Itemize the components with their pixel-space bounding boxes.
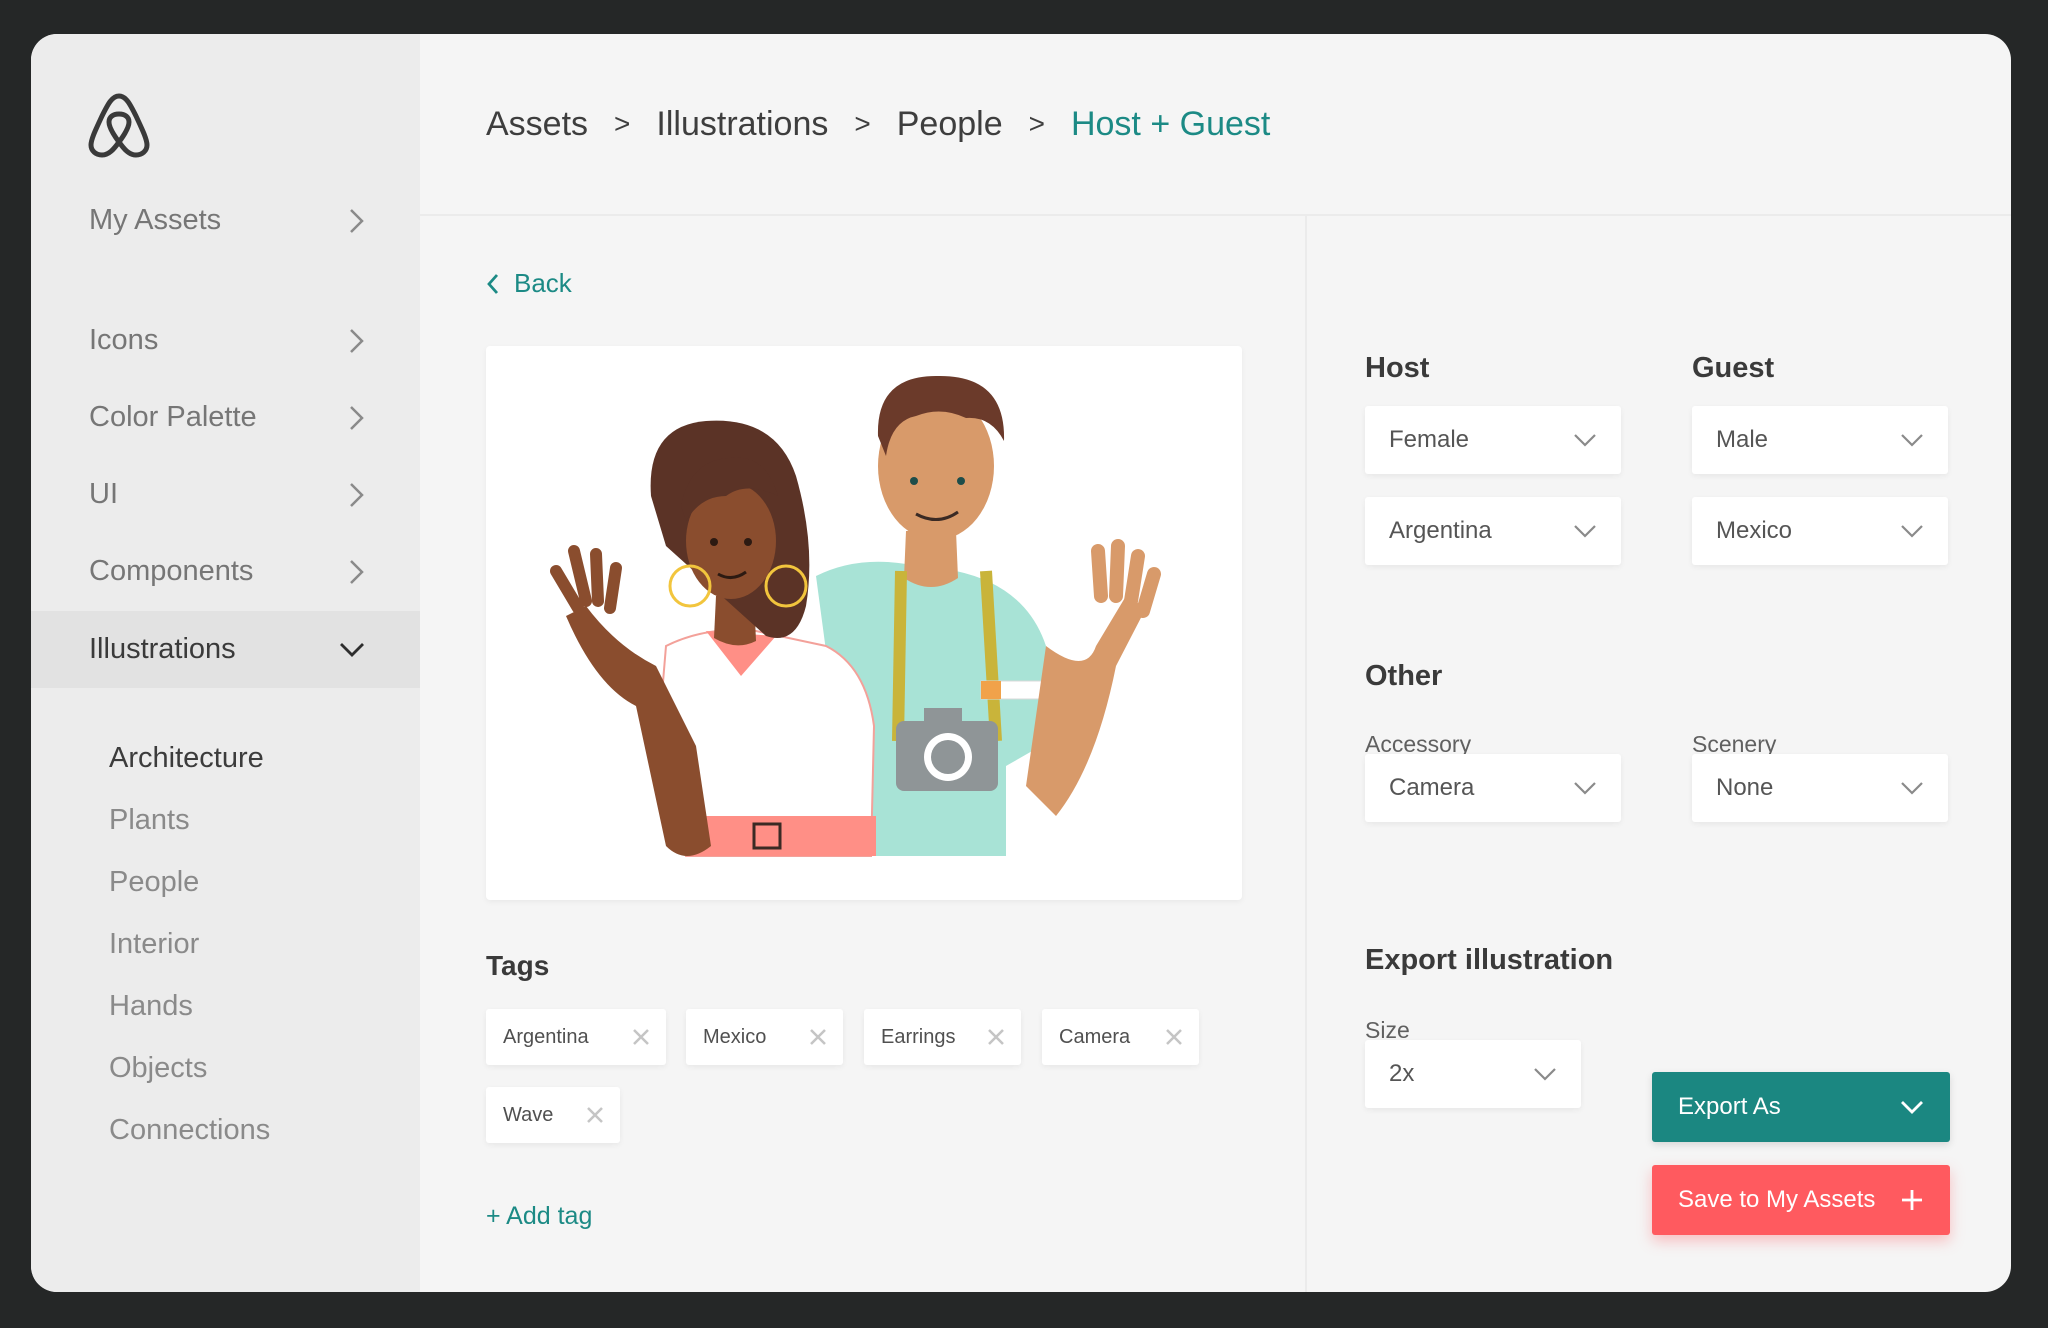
close-icon[interactable] xyxy=(632,1028,650,1046)
sidebar: My Assets Icons Color Palette UI Compone… xyxy=(31,34,420,1292)
chevron-down-icon xyxy=(1574,525,1596,538)
tag-label: Mexico xyxy=(703,1025,767,1048)
select-value: Argentina xyxy=(1389,517,1492,544)
chevron-down-icon xyxy=(1901,434,1923,447)
export-as-button[interactable]: Export As xyxy=(1652,1072,1950,1142)
select-value: Male xyxy=(1716,426,1769,453)
breadcrumb-item-current: Host + Guest xyxy=(1070,104,1271,143)
tag-chip[interactable]: Argentina xyxy=(486,1009,666,1065)
sidebar-item-ui[interactable]: UI xyxy=(31,456,420,533)
chevron-down-icon xyxy=(1901,782,1923,795)
sidebar-item-label: Illustrations xyxy=(89,633,236,665)
guest-country-select[interactable]: Mexico xyxy=(1692,497,1948,565)
select-value: Mexico xyxy=(1716,517,1793,544)
back-link[interactable]: Back xyxy=(486,268,572,299)
tag-label: Camera xyxy=(1059,1025,1131,1048)
breadcrumb: Assets > Illustrations > People > Host +… xyxy=(420,34,2011,216)
chevron-right-icon xyxy=(350,482,364,507)
sidebar-item-label: My Assets xyxy=(89,204,222,236)
chevron-down-icon xyxy=(1901,1101,1923,1114)
host-guest-illustration xyxy=(550,375,1161,857)
plus-icon xyxy=(1902,1190,1922,1210)
export-as-label: Export As xyxy=(1678,1093,1781,1120)
sidebar-subitem-architecture[interactable]: Architecture xyxy=(109,742,264,775)
chevron-down-icon xyxy=(340,642,364,657)
airbnb-logo-icon[interactable] xyxy=(88,92,150,158)
back-label: Back xyxy=(514,268,572,298)
tag-label: Argentina xyxy=(503,1025,589,1048)
sidebar-item-label: Components xyxy=(89,555,254,587)
close-icon[interactable] xyxy=(987,1028,1005,1046)
chevron-right-icon xyxy=(350,559,364,584)
scenery-select[interactable]: None xyxy=(1692,754,1948,822)
breadcrumb-separator: > xyxy=(854,108,871,139)
tags-title: Tags xyxy=(486,950,550,981)
sidebar-item-label: UI xyxy=(89,478,118,510)
chevron-down-icon xyxy=(1574,782,1596,795)
chevron-right-icon xyxy=(350,208,364,233)
tag-label: Wave xyxy=(503,1103,554,1126)
sidebar-subitem-hands[interactable]: Hands xyxy=(109,990,193,1023)
close-icon[interactable] xyxy=(809,1028,827,1046)
sidebar-subitem-plants[interactable]: Plants xyxy=(109,804,190,837)
tag-chip[interactable]: Mexico xyxy=(686,1009,843,1065)
chevron-left-icon xyxy=(487,273,499,294)
chevron-down-icon xyxy=(1574,434,1596,447)
sidebar-item-icons[interactable]: Icons xyxy=(31,302,420,379)
guest-title: Guest xyxy=(1692,352,1775,384)
close-icon[interactable] xyxy=(1165,1028,1183,1046)
sidebar-subitem-connections[interactable]: Connections xyxy=(109,1114,270,1147)
save-label: Save to My Assets xyxy=(1678,1186,1876,1213)
export-title: Export illustration xyxy=(1365,944,1614,976)
tag-chip[interactable]: Camera xyxy=(1042,1009,1199,1065)
host-country-select[interactable]: Argentina xyxy=(1365,497,1621,565)
tag-label: Earrings xyxy=(881,1025,956,1048)
sidebar-item-illustrations[interactable]: Illustrations xyxy=(31,611,420,688)
save-to-my-assets-button[interactable]: Save to My Assets xyxy=(1652,1165,1950,1235)
size-select[interactable]: 2x xyxy=(1365,1040,1581,1108)
host-title: Host xyxy=(1365,352,1430,384)
guest-gender-select[interactable]: Male xyxy=(1692,406,1948,474)
sidebar-item-label: Color Palette xyxy=(89,401,257,433)
sidebar-subitem-people[interactable]: People xyxy=(109,866,199,899)
select-value: None xyxy=(1716,774,1774,801)
breadcrumb-item-people[interactable]: People xyxy=(897,105,1003,144)
app-window: My Assets Icons Color Palette UI Compone… xyxy=(31,34,2011,1292)
breadcrumb-separator: > xyxy=(1028,108,1045,139)
panel-divider xyxy=(1305,216,1307,1292)
sidebar-item-my-assets[interactable]: My Assets xyxy=(31,182,420,259)
tag-chip[interactable]: Wave xyxy=(486,1087,620,1143)
close-icon[interactable] xyxy=(586,1106,604,1124)
select-value: 2x xyxy=(1389,1060,1415,1087)
chevron-right-icon xyxy=(350,328,364,353)
breadcrumb-item-illustrations[interactable]: Illustrations xyxy=(656,105,828,144)
breadcrumb-separator: > xyxy=(614,108,631,139)
sidebar-item-label: Icons xyxy=(89,324,159,356)
sidebar-item-components[interactable]: Components xyxy=(31,533,420,610)
select-value: Camera xyxy=(1389,774,1475,801)
host-gender-select[interactable]: Female xyxy=(1365,406,1621,474)
illustration-preview xyxy=(486,346,1242,900)
tag-chip[interactable]: Earrings xyxy=(864,1009,1021,1065)
chevron-right-icon xyxy=(350,405,364,430)
chevron-down-icon xyxy=(1901,525,1923,538)
sidebar-subitem-objects[interactable]: Objects xyxy=(109,1052,207,1085)
sidebar-item-color-palette[interactable]: Color Palette xyxy=(31,379,420,456)
accessory-select[interactable]: Camera xyxy=(1365,754,1621,822)
chevron-down-icon xyxy=(1534,1068,1556,1081)
add-tag-link[interactable]: + Add tag xyxy=(486,1202,592,1231)
select-value: Female xyxy=(1389,426,1470,453)
breadcrumb-item-assets[interactable]: Assets xyxy=(486,105,588,144)
sidebar-subitem-interior[interactable]: Interior xyxy=(109,928,199,961)
other-title: Other xyxy=(1365,660,1443,692)
